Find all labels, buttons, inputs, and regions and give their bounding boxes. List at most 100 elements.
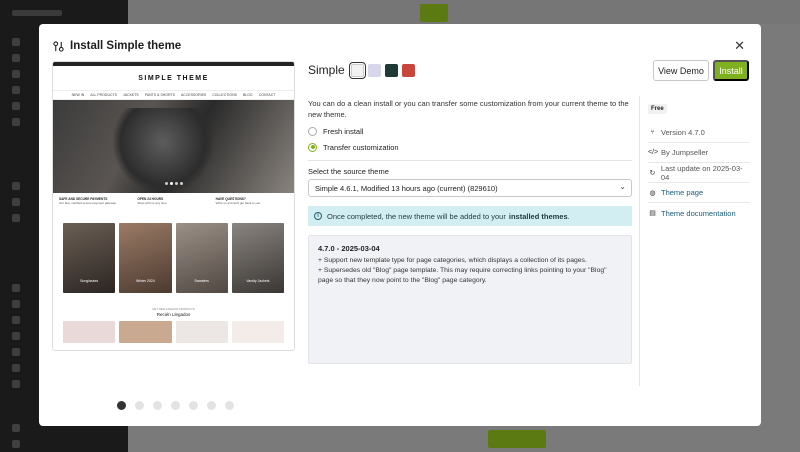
carousel-dot[interactable] [153,401,162,410]
chevron-down-icon: ⌄ [619,182,626,191]
transfer-customization-option[interactable]: Transfer customization [308,141,632,153]
free-badge: Free [648,104,667,114]
background-nav-icon [12,364,20,372]
preview-info-item: OPEN 24 HOURS Shop with us any time [137,197,167,205]
preview-product [63,321,116,343]
color-swatch-dark-green[interactable] [384,63,398,77]
preview-product [231,321,284,343]
preview-nav-item: BLOG [242,93,253,97]
background-logo [12,10,62,16]
preview-info-item: SAFE AND SECURE PAYMENTS Our fast, certif… [59,197,117,205]
preview-card: Sunglasses [63,223,116,293]
install-options: You can do a clean install or you can tr… [308,98,632,364]
preview-hero-image [53,100,294,193]
background-nav-icon [12,54,20,62]
author-row: </> By Jumpseller [648,143,750,163]
background-nav-icon [12,284,20,292]
install-description: You can do a clean install or you can tr… [308,99,629,119]
preview-card: Winter 2024 [119,223,172,293]
preview-hero-dots [165,182,183,185]
info-alert: i Once completed, the new theme will be … [308,206,632,226]
info-icon: i [314,212,322,220]
view-demo-button[interactable]: View Demo [653,60,709,81]
preview-section-sub: GET NEW FASHION PRODUCTS [152,307,195,311]
carousel-dot[interactable] [117,401,126,410]
refresh-icon: ↻ [649,169,656,177]
last-update-row: ↻ Last update on 2025-03-04 [648,163,750,183]
transfer-customization-label: Transfer customization [323,142,399,152]
preview-product [119,321,172,343]
background-nav-icon [12,300,20,308]
preview-info-item: HAVE QUESTIONS? Write us and we'll get ba… [215,197,261,205]
installed-themes-link[interactable]: installed themes [509,212,568,221]
background-nav-icon [12,38,20,46]
info-alert-text: Once completed, the new theme will be ad… [327,211,506,221]
background-button [488,430,546,448]
theme-name: Simple [308,63,345,77]
transfer-customization-radio[interactable] [308,142,317,152]
preview-products [53,317,294,347]
background-button [420,4,448,22]
preview-hero-figure [113,108,213,193]
preview-header: SIMPLE THEME [53,66,294,90]
background-nav-icon [12,70,20,78]
theme-meta: Free ⑂ Version 4.7.0 </> By Jumpseller ↻… [648,97,750,223]
code-icon: </> [648,149,659,156]
background-nav-icon [12,316,20,324]
theme-page-link[interactable]: ◍ Theme page [648,183,750,203]
preview-nav-item: PANTS & SHORTS [144,93,175,97]
preview-nav-item: CONTACT [258,93,276,97]
version-row: ⑂ Version 4.7.0 [648,123,750,143]
globe-icon: ◍ [649,189,656,197]
fresh-install-option[interactable]: Fresh install [308,125,632,137]
carousel-dot[interactable] [189,401,198,410]
install-button[interactable]: Install [713,60,749,81]
preview-card: Varsity Jackets [231,223,284,293]
preview-product [175,321,228,343]
column-divider [639,96,640,386]
background-nav-icon [12,86,20,94]
color-swatch-lavender[interactable] [367,63,381,77]
install-theme-modal: Install Simple theme ✕ SIMPLE THEME NEW … [39,24,761,426]
document-icon: ▤ [649,210,656,217]
fresh-install-radio[interactable] [308,126,317,136]
carousel-dot[interactable] [225,401,234,410]
color-swatch-light[interactable] [348,61,366,79]
color-swatch-red[interactable] [401,63,415,77]
fresh-install-label: Fresh install [323,126,364,136]
carousel-dot[interactable] [171,401,180,410]
source-theme-label: Select the source theme [308,167,389,176]
carousel-dot[interactable] [135,401,144,410]
preview-nav-item: ALL PRODUCTS [90,93,117,97]
preview-logo: SIMPLE THEME [138,74,209,82]
background-nav-icon [12,440,20,448]
theme-preview-image: SIMPLE THEME NEW IN ALL PRODUCTS JACKETS… [52,61,295,351]
source-theme-select[interactable]: Simple 4.6.1, Modified 13 hours ago (cur… [308,179,632,197]
background-nav-icon [12,424,20,432]
preview-nav-item: COLLECTIONS [212,93,237,97]
preview-nav-item: JACKETS [122,93,139,97]
theme-documentation-link[interactable]: ▤ Theme documentation [648,203,750,223]
background-nav-icon [12,348,20,356]
source-theme-value: Simple 4.6.1, Modified 13 hours ago (cur… [315,183,498,193]
changelog-title: 4.7.0 - 2025-03-04 [318,244,380,253]
theme-settings-icon [53,40,64,52]
carousel-dot[interactable] [207,401,216,410]
preview-nav-item: NEW IN [71,93,85,97]
preview-nav-item: ACCESSORIES [180,93,207,97]
preview-info-row: SAFE AND SECURE PAYMENTS Our fast, certif… [53,193,294,223]
background-nav-icon [12,182,20,190]
theme-heading: Simple [308,61,419,79]
branch-icon: ⑂ [650,129,655,136]
changelog-line: + Support new template type for page cat… [318,257,587,264]
changelog-line: + Supersedes old "Blog" page template. T… [318,267,607,284]
background-nav-icon [12,102,20,110]
changelog-panel: 4.7.0 - 2025-03-04 + Support new templat… [308,235,632,364]
modal-title: Install Simple theme [70,40,182,52]
preview-nav: NEW IN ALL PRODUCTS JACKETS PANTS & SHOR… [53,90,294,100]
background-nav-icon [12,332,20,340]
background-nav-icon [12,214,20,222]
background-nav-icon [12,380,20,388]
close-icon[interactable]: ✕ [734,38,745,54]
preview-card: Sweaters [175,223,228,293]
